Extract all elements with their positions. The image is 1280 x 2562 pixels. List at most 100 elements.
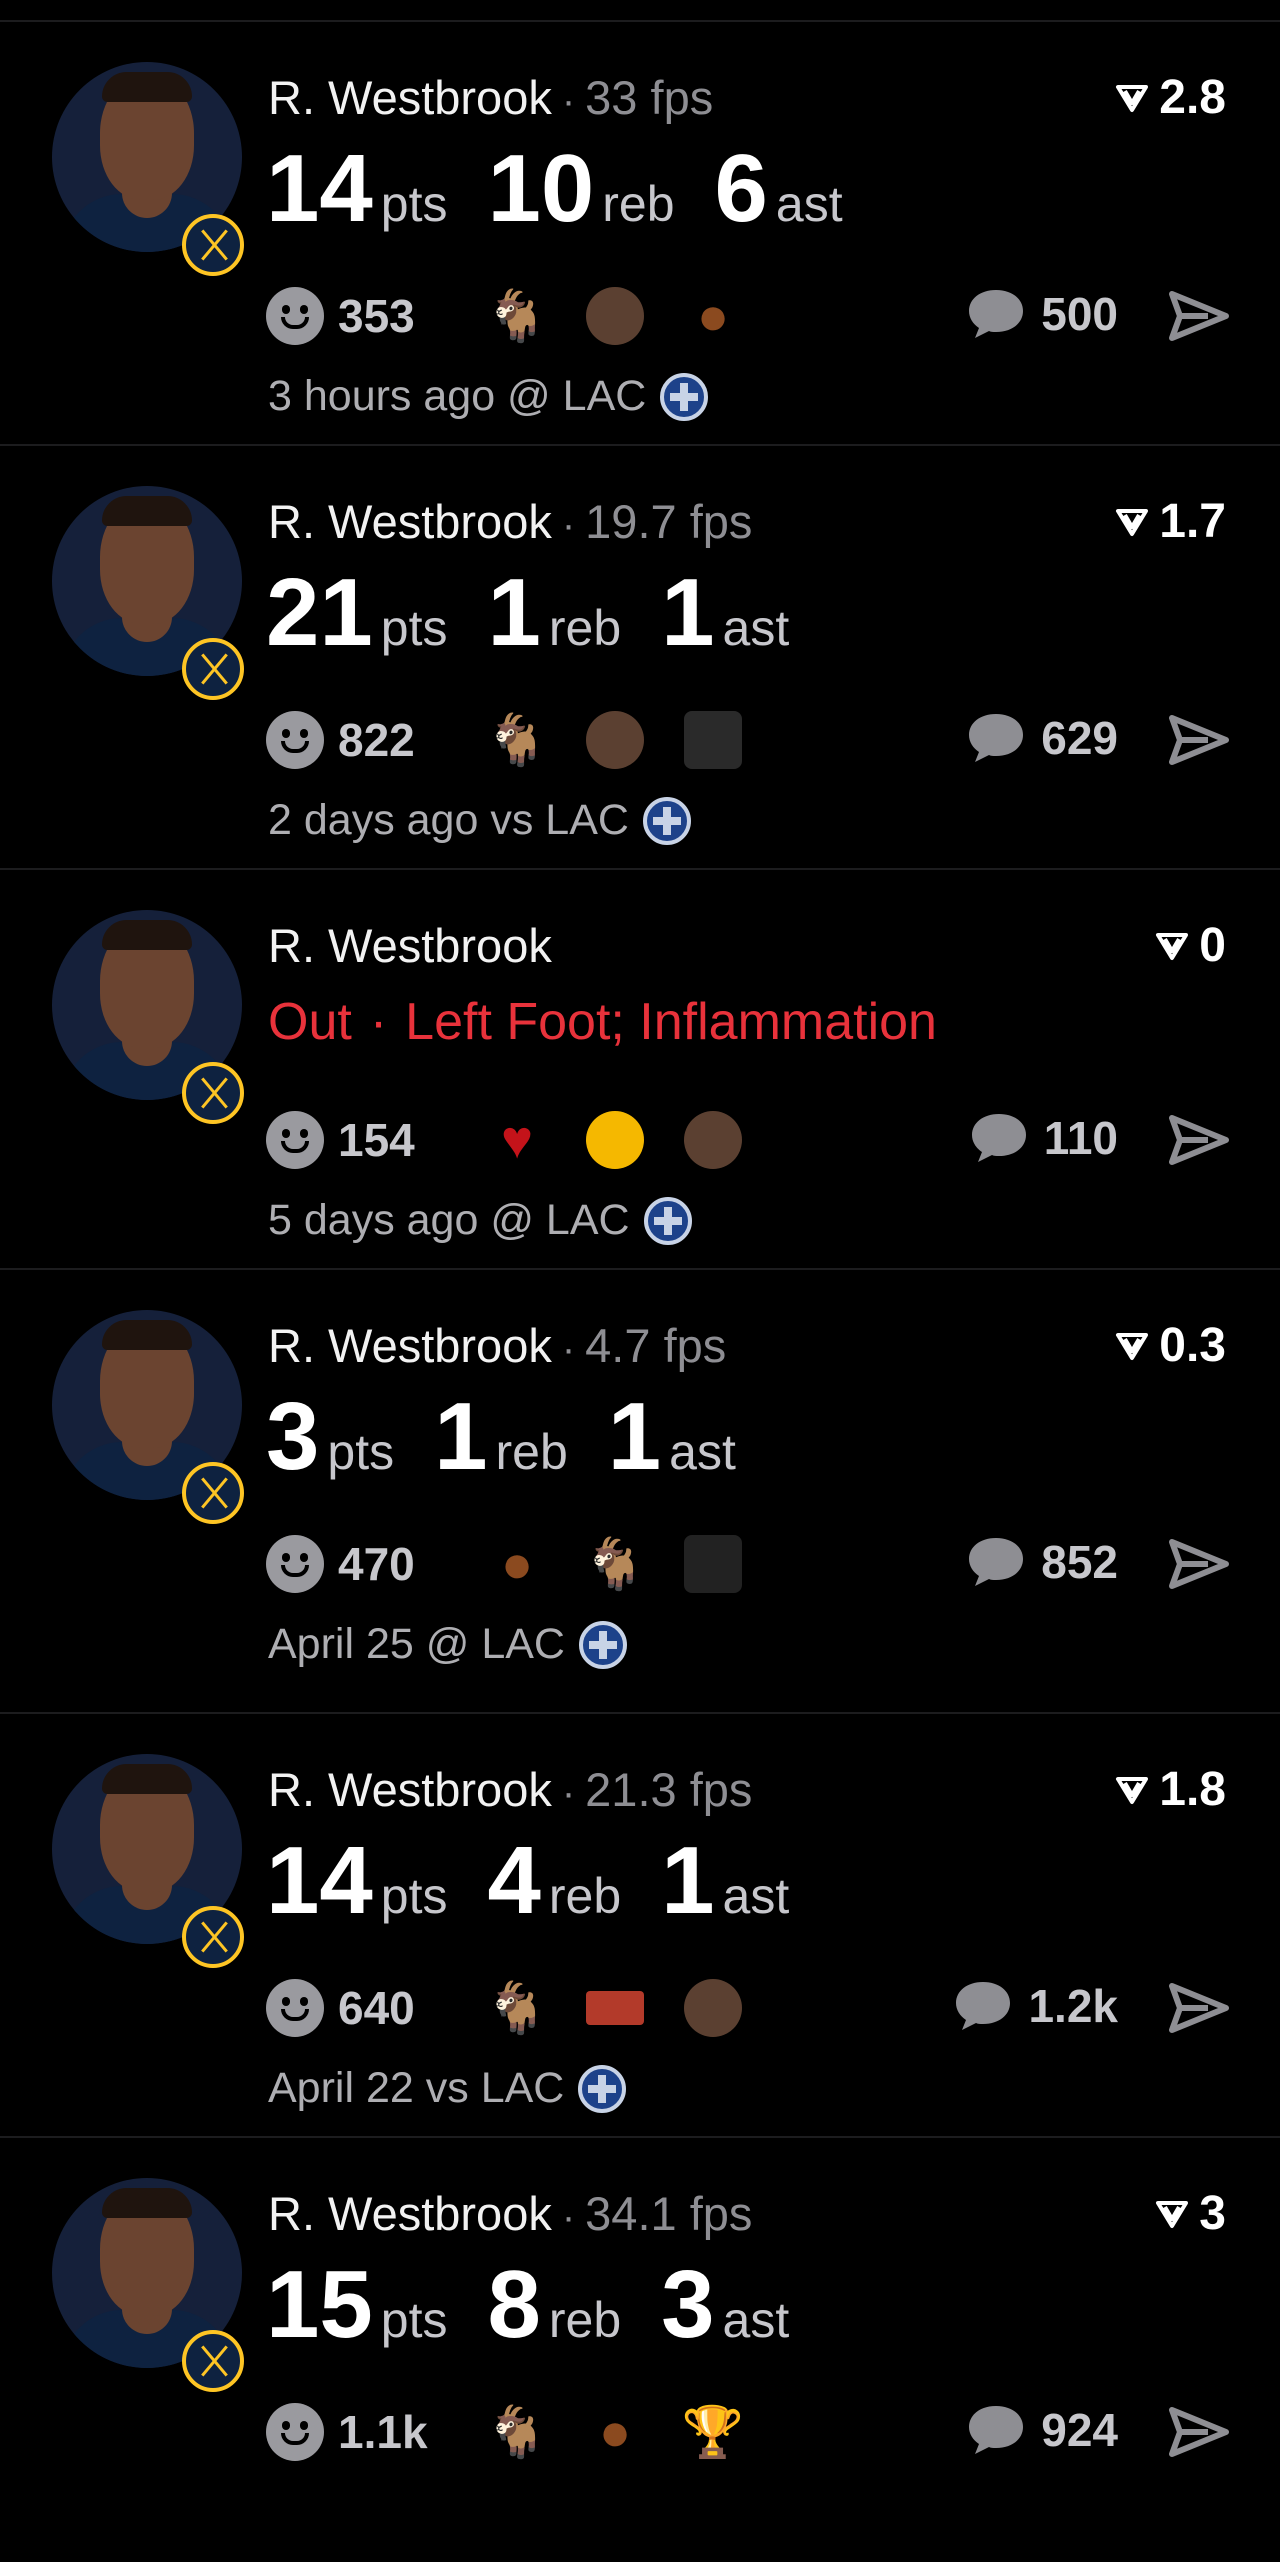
speech-bubble-icon bbox=[969, 2406, 1024, 2454]
smiley-face-icon[interactable] bbox=[266, 1535, 324, 1593]
reaction-count: 1.1k bbox=[338, 2406, 428, 2458]
player-name-line[interactable]: R. Westbrook · 34.1 fps bbox=[268, 2186, 752, 2241]
reaction-count: 470 bbox=[338, 1538, 415, 1590]
post-card[interactable]: R. Westbrook · 21.3 fps 1.8 14 pts 4 reb 1 as… bbox=[0, 1714, 1280, 2138]
comments-button[interactable]: 924 bbox=[965, 2402, 1118, 2458]
stat-line: 14 pts 10 reb 6 ast bbox=[266, 135, 843, 242]
smiley-face-icon[interactable] bbox=[266, 1979, 324, 2037]
vote-score[interactable]: 0 bbox=[1155, 918, 1226, 973]
nuggets-badge-icon bbox=[182, 1062, 244, 1124]
reaction-bar[interactable]: 353 🐐 ● bbox=[266, 284, 742, 348]
stat-line: 21 pts 1 reb 1 ast bbox=[266, 559, 790, 666]
fantasy-points: 21.3 fps bbox=[585, 1763, 753, 1816]
player-name-line[interactable]: R. Westbrook · 33 fps bbox=[268, 70, 713, 125]
clippers-logo-icon bbox=[642, 796, 691, 845]
reaction-bar[interactable]: 1.1k 🐐 ● 🏆 bbox=[266, 2400, 744, 2464]
reaction-count: 353 bbox=[338, 290, 415, 342]
speech-bubble-icon bbox=[969, 714, 1024, 762]
nuggets-badge-icon bbox=[182, 214, 244, 276]
player-face-emoji[interactable] bbox=[684, 1979, 742, 2037]
goat-emoji[interactable]: 🐐 bbox=[584, 1535, 646, 1593]
nuggets-badge-icon bbox=[182, 1906, 244, 1968]
downward-chevron-score-icon bbox=[1116, 1776, 1149, 1804]
fantasy-points: 19.7 fps bbox=[585, 495, 753, 548]
downward-chevron-score-icon bbox=[1116, 508, 1149, 536]
player-celebrating-emoji[interactable] bbox=[684, 711, 742, 769]
goat-emoji[interactable]: 🐐 bbox=[486, 287, 548, 345]
speech-bubble-icon bbox=[971, 1114, 1026, 1162]
brick-emoji[interactable] bbox=[586, 1979, 644, 2037]
post-card[interactable]: R. Westbrook · 4.7 fps 0.3 3 pts 1 reb 1 ast … bbox=[0, 1270, 1280, 1694]
fantasy-points: 33 fps bbox=[585, 71, 714, 124]
poop-emoji[interactable]: ● bbox=[488, 1535, 546, 1593]
paper-plane-icon[interactable] bbox=[1168, 2404, 1230, 2460]
broken-heart-emoji[interactable]: ♥ bbox=[488, 1111, 546, 1169]
smiley-face-icon[interactable] bbox=[266, 711, 324, 769]
player-name-line[interactable]: R. Westbrook · 19.7 fps bbox=[268, 494, 752, 549]
vote-score[interactable]: 0.3 bbox=[1115, 1318, 1226, 1373]
player-name-line[interactable]: R. Westbrook · 21.3 fps bbox=[268, 1762, 752, 1817]
reaction-count: 154 bbox=[338, 1114, 415, 1166]
player-feed[interactable]: R. Westbrook · 33 fps 2.8 14 pts 10 reb 6 ast… bbox=[0, 22, 1280, 2562]
vote-score[interactable]: 1.7 bbox=[1115, 494, 1226, 549]
comments-button[interactable]: 629 bbox=[965, 710, 1118, 766]
clippers-logo-icon bbox=[660, 372, 709, 421]
stat-line: 3 pts 1 reb 1 ast bbox=[266, 1383, 736, 1490]
vote-score[interactable]: 2.8 bbox=[1115, 70, 1226, 125]
poop-emoji[interactable]: ● bbox=[586, 2403, 644, 2461]
post-card[interactable]: R. Westbrook · 33 fps 2.8 14 pts 10 reb 6 ast… bbox=[0, 22, 1280, 446]
comments-button[interactable]: 110 bbox=[968, 1110, 1118, 1166]
nuggets-badge-icon bbox=[182, 638, 244, 700]
goat-emoji[interactable]: 🐐 bbox=[486, 2403, 548, 2461]
game-meta[interactable]: April 22 vs LAC bbox=[268, 2064, 627, 2113]
player-name-line[interactable]: R. Westbrook bbox=[268, 918, 552, 973]
comments-button[interactable]: 852 bbox=[965, 1534, 1118, 1590]
rolling-laughing-emoji[interactable] bbox=[586, 1111, 644, 1169]
reaction-bar[interactable]: 822 🐐 bbox=[266, 708, 742, 772]
speech-bubble-icon bbox=[969, 1538, 1024, 1586]
paper-plane-icon[interactable] bbox=[1168, 712, 1230, 768]
player-face-emoji[interactable] bbox=[586, 711, 644, 769]
reaction-bar[interactable]: 640 🐐 bbox=[266, 1976, 742, 2040]
goat-emoji[interactable]: 🐐 bbox=[486, 711, 548, 769]
comments-button[interactable]: 500 bbox=[965, 286, 1118, 342]
reaction-bar[interactable]: 470 ● 🐐 bbox=[266, 1532, 742, 1596]
paper-plane-icon[interactable] bbox=[1168, 1112, 1230, 1168]
game-meta[interactable]: April 25 @ LAC bbox=[268, 1620, 627, 1669]
player-name-line[interactable]: R. Westbrook · 4.7 fps bbox=[268, 1318, 726, 1373]
post-card[interactable]: R. Westbrook 0 Out · Left Foot; Inflammati… bbox=[0, 870, 1280, 1270]
vote-score[interactable]: 1.8 bbox=[1115, 1762, 1226, 1817]
stat-line: 15 pts 8 reb 3 ast bbox=[266, 2251, 790, 2358]
smiley-face-icon[interactable] bbox=[266, 287, 324, 345]
reaction-bar[interactable]: 154 ♥ bbox=[266, 1108, 742, 1172]
clippers-logo-icon bbox=[643, 1196, 692, 1245]
paper-plane-icon[interactable] bbox=[1168, 1536, 1230, 1592]
post-card[interactable]: R. Westbrook · 34.1 fps 3 15 pts 8 reb 3 ast … bbox=[0, 2138, 1280, 2562]
trophy-emoji[interactable]: 🏆 bbox=[682, 2403, 744, 2461]
comments-button[interactable]: 1.2k bbox=[952, 1978, 1118, 2034]
player-nets-emoji[interactable] bbox=[684, 1535, 742, 1593]
downward-chevron-score-icon bbox=[1116, 1332, 1149, 1360]
game-meta[interactable]: 3 hours ago @ LAC bbox=[268, 372, 709, 421]
fantasy-points: 4.7 fps bbox=[585, 1319, 727, 1372]
smiley-face-icon[interactable] bbox=[266, 1111, 324, 1169]
fantasy-points: 34.1 fps bbox=[585, 2187, 753, 2240]
game-meta[interactable]: 5 days ago @ LAC bbox=[268, 1196, 692, 1245]
clippers-logo-icon bbox=[579, 1620, 627, 1669]
nuggets-badge-icon bbox=[182, 2330, 244, 2392]
vote-score[interactable]: 3 bbox=[1155, 2186, 1226, 2241]
poop-emoji[interactable]: ● bbox=[684, 287, 742, 345]
injury-status: Out · Left Foot; Inflammation bbox=[268, 993, 937, 1051]
shocked-face-emoji[interactable] bbox=[684, 1111, 742, 1169]
section-divider bbox=[0, 1694, 1280, 1714]
post-card[interactable]: R. Westbrook · 19.7 fps 1.7 21 pts 1 reb 1 as… bbox=[0, 446, 1280, 870]
downward-chevron-score-icon bbox=[1156, 932, 1189, 960]
goat-emoji[interactable]: 🐐 bbox=[486, 1979, 548, 2037]
smiley-face-icon[interactable] bbox=[266, 2403, 324, 2461]
nuggets-badge-icon bbox=[182, 1462, 244, 1524]
player-face-emoji[interactable] bbox=[586, 287, 644, 345]
stat-line: 14 pts 4 reb 1 ast bbox=[266, 1827, 790, 1934]
game-meta[interactable]: 2 days ago vs LAC bbox=[268, 796, 691, 845]
paper-plane-icon[interactable] bbox=[1168, 1980, 1230, 2036]
paper-plane-icon[interactable] bbox=[1168, 288, 1230, 344]
